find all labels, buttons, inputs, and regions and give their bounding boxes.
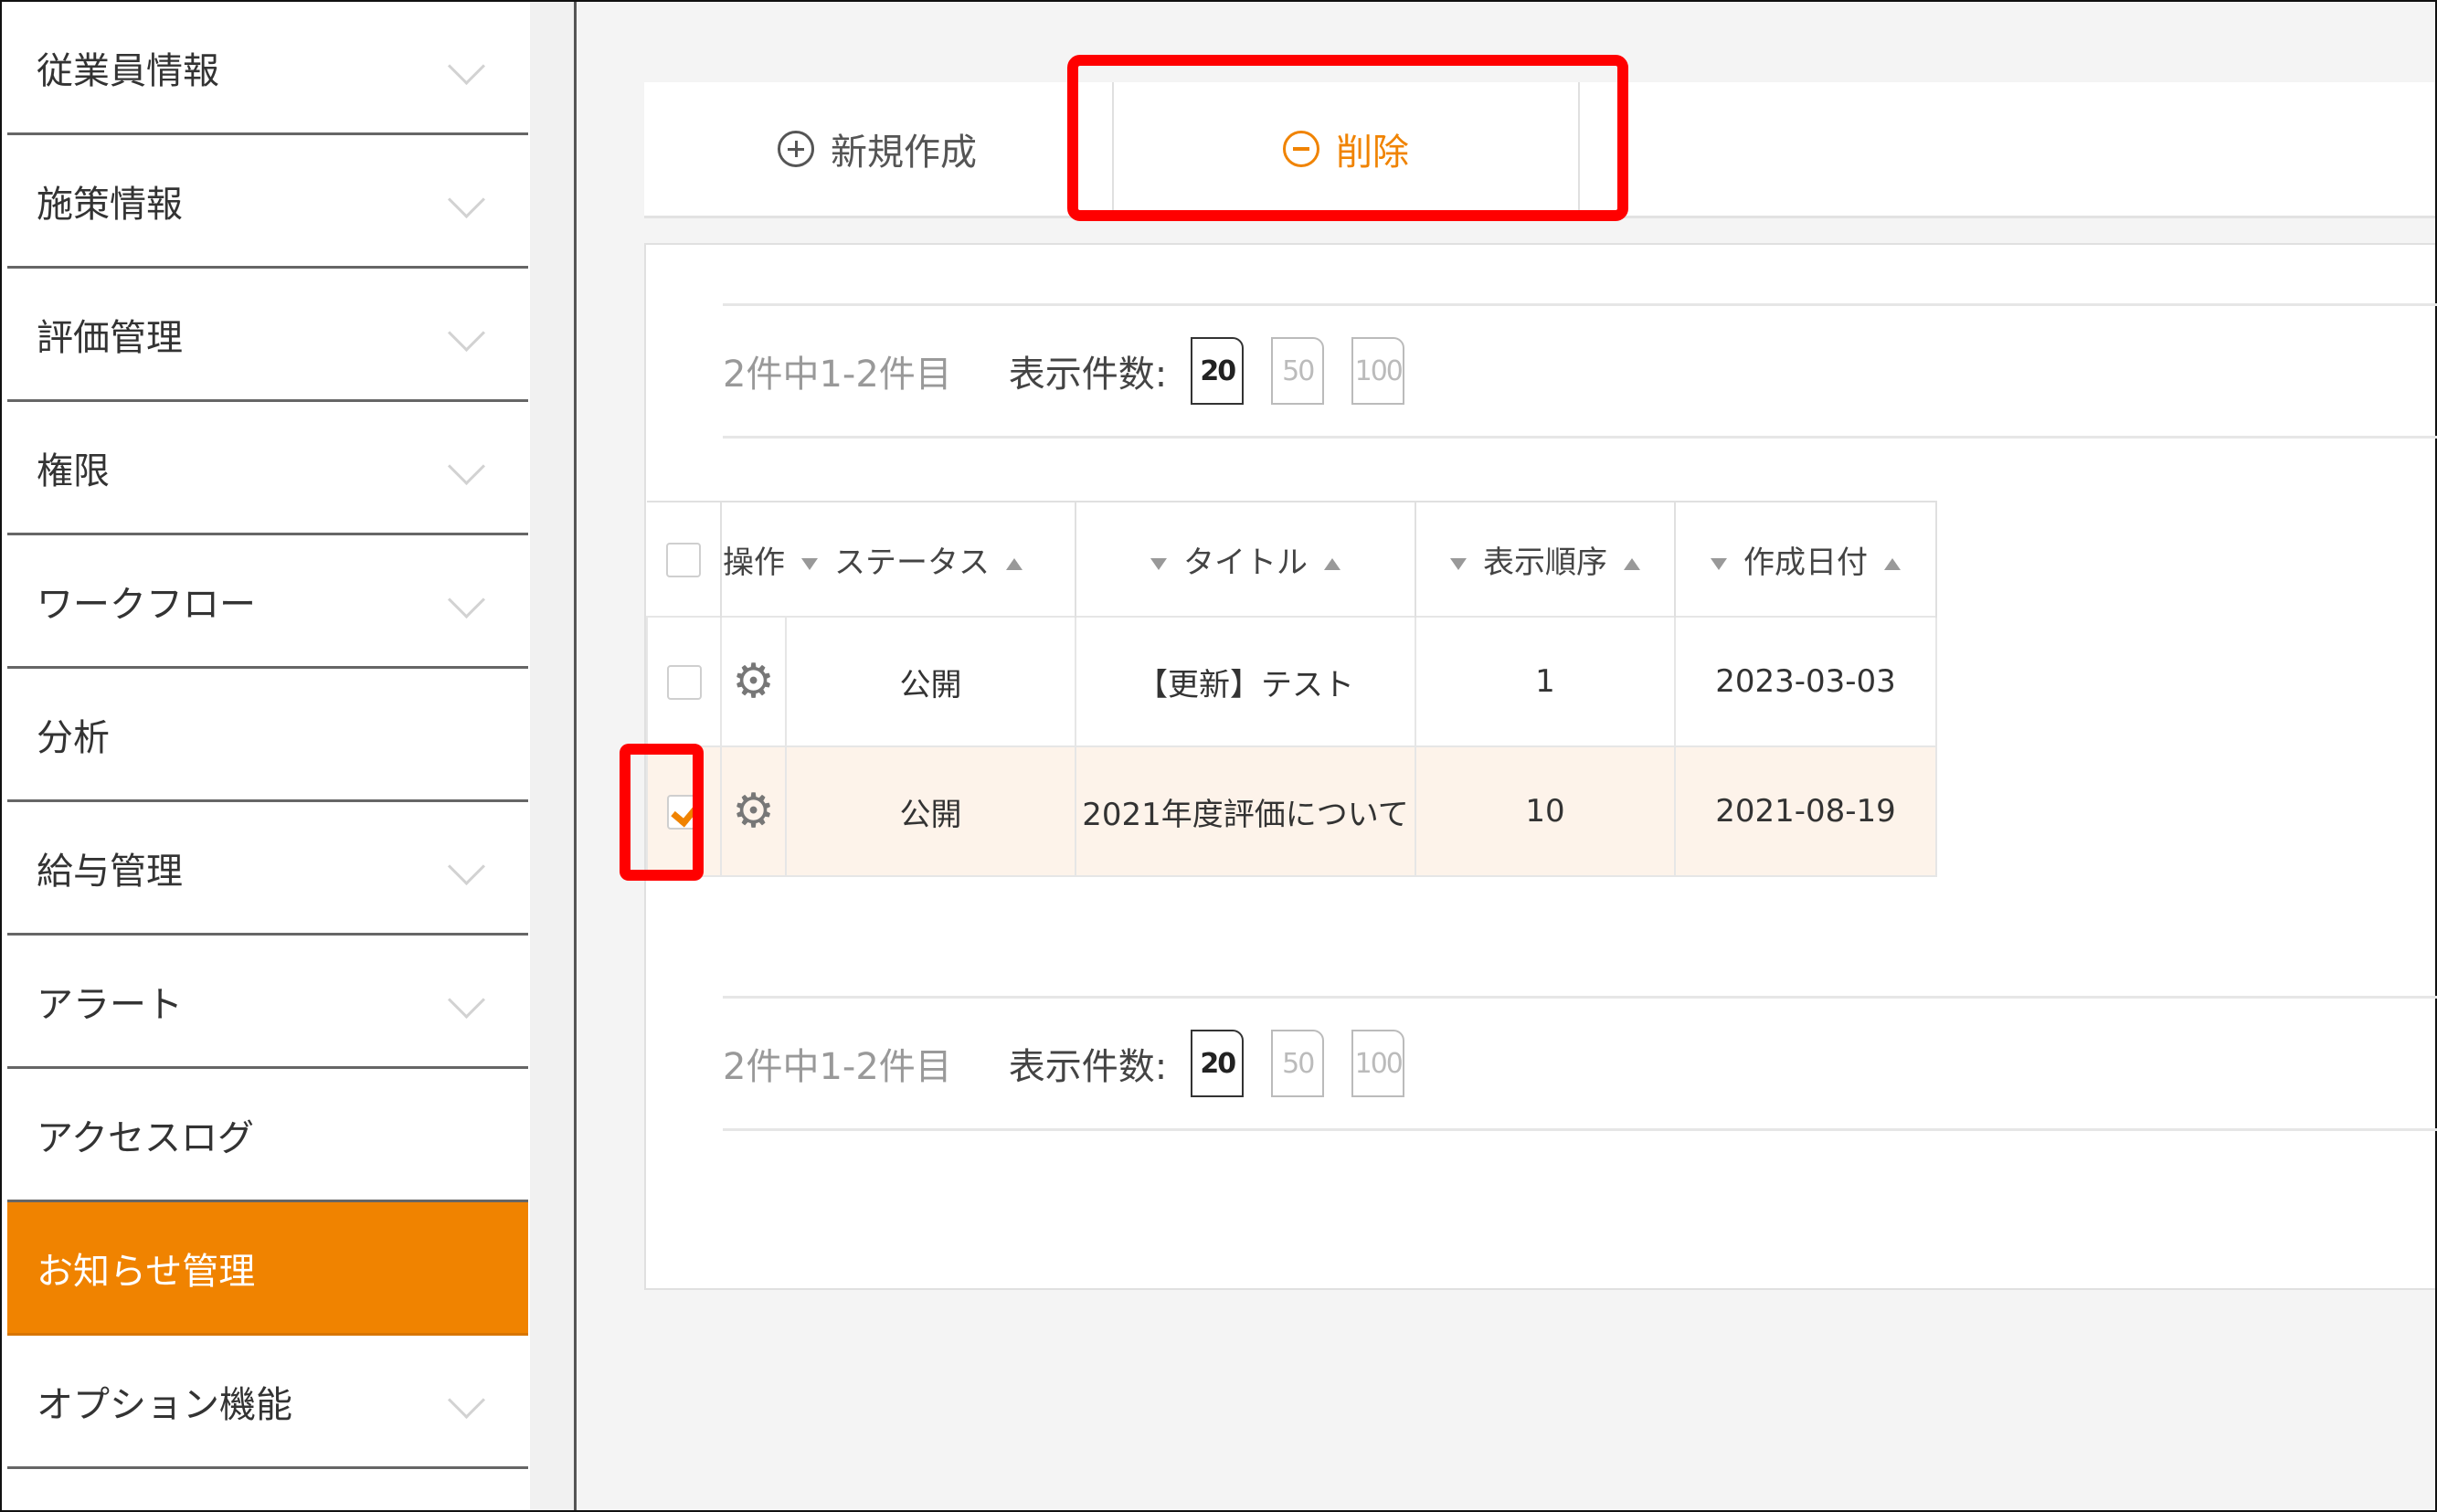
chevron-down-icon <box>447 47 486 85</box>
column-header-date-label: 作成日付 <box>1743 544 1868 581</box>
record-count: 2件中1-2件目 <box>723 1046 952 1088</box>
column-header-date[interactable]: 作成日付 <box>1675 501 1937 617</box>
sort-asc-icon[interactable] <box>1884 557 1901 570</box>
sort-asc-icon[interactable] <box>1006 557 1022 570</box>
row-select-cell <box>646 616 722 747</box>
chevron-down-icon <box>447 313 486 352</box>
sidebar-item-measures[interactable]: 施策情報 <box>7 135 528 269</box>
title-cell[interactable]: 【更新】テスト <box>1075 616 1416 747</box>
title-cell[interactable]: 2021年度評価について <box>1075 745 1416 877</box>
order-cell: 10 <box>1415 745 1676 877</box>
list-panel: 2件中1-2件目 表示件数: 20 50 100 操作 ステータス タイトル 表… <box>644 243 2437 1290</box>
sidebar-item-alerts[interactable]: アラート <box>7 936 528 1069</box>
chevron-down-icon <box>447 580 486 619</box>
sidebar-item-label: お知らせ管理 <box>37 1250 256 1293</box>
notice-table: 操作 ステータス タイトル 表示順序 作成日付 ⚙ 公開 【更新】テスト 1 2… <box>646 501 1937 877</box>
select-all-checkbox[interactable] <box>666 543 701 578</box>
plus-circle-icon <box>778 131 814 167</box>
sidebar-item-label: 権限 <box>37 449 110 492</box>
sidebar-item-label: ワークフロー <box>37 583 256 626</box>
sidebar-scrollbar[interactable] <box>530 2 1091 1510</box>
column-header-order-label: 表示順序 <box>1483 544 1607 581</box>
row-action-cell: ⚙ <box>720 745 787 877</box>
date-cell: 2023-03-03 <box>1674 616 1937 747</box>
sidebar-item-label: オプション機能 <box>37 1383 292 1426</box>
row-action-cell: ⚙ <box>720 616 787 747</box>
per-page-100-icon[interactable]: 100 <box>1351 337 1405 405</box>
order-cell: 1 <box>1415 616 1676 747</box>
status-cell: 公開 <box>785 616 1076 747</box>
sidebar-item-label: アクセスログ <box>37 1116 254 1159</box>
sidebar-item-options[interactable]: オプション機能 <box>7 1336 528 1469</box>
sort-desc-icon[interactable] <box>1150 557 1167 570</box>
sidebar-item-label: 分析 <box>37 716 110 759</box>
per-page-label: 表示件数: <box>1008 354 1168 396</box>
chevron-down-icon <box>447 847 486 885</box>
column-header-status[interactable]: ステータス <box>786 501 1076 617</box>
chevron-down-icon <box>447 980 486 1019</box>
sidebar-item-label: 施策情報 <box>37 183 183 226</box>
sort-desc-icon[interactable] <box>801 557 818 570</box>
pager-top: 2件中1-2件目 表示件数: 20 50 100 <box>723 303 2437 439</box>
column-header-status-label: ステータス <box>834 544 990 581</box>
per-page-50-icon[interactable]: 50 <box>1271 337 1325 405</box>
gear-icon[interactable]: ⚙ <box>732 654 775 709</box>
chevron-down-icon <box>447 447 486 485</box>
per-page-100-icon[interactable]: 100 <box>1351 1030 1405 1097</box>
sidebar-item-permissions[interactable]: 権限 <box>7 402 528 535</box>
sidebar-item-label: 評価管理 <box>37 316 183 359</box>
sidebar-item-label: 給与管理 <box>37 850 183 893</box>
sidebar-item-employee-info[interactable]: 従業員情報 <box>7 2 528 135</box>
sort-asc-icon[interactable] <box>1624 557 1640 570</box>
select-all-cell <box>647 501 722 617</box>
sidebar-item-payroll[interactable]: 給与管理 <box>7 802 528 936</box>
per-page-50-icon[interactable]: 50 <box>1271 1030 1325 1097</box>
table-header-row: 操作 ステータス タイトル 表示順序 作成日付 <box>647 501 1937 617</box>
status-cell: 公開 <box>785 745 1076 877</box>
column-header-title[interactable]: タイトル <box>1075 501 1416 617</box>
per-page-20-icon[interactable]: 20 <box>1191 337 1245 405</box>
chevron-down-icon <box>447 1380 486 1419</box>
gear-icon[interactable]: ⚙ <box>732 784 775 839</box>
checkbox-highlight-box <box>620 744 704 881</box>
main-content: 新規作成 削除 2件中1-2件目 表示件数: 20 50 100 操作 ステータ… <box>577 2 2437 1510</box>
table-row[interactable]: ⚙ 公開 【更新】テスト 1 2023-03-03 <box>646 616 1937 747</box>
sidebar-item-evaluation[interactable]: 評価管理 <box>7 269 528 402</box>
sidebar-item-analysis[interactable]: 分析 <box>7 669 528 802</box>
new-button-label: 新規作成 <box>831 132 977 174</box>
column-header-action: 操作 <box>721 501 786 617</box>
column-header-order[interactable]: 表示順序 <box>1415 501 1676 617</box>
sidebar-item-workflow[interactable]: ワークフロー <box>7 535 528 669</box>
row-checkbox[interactable] <box>666 665 702 701</box>
sidebar: 従業員情報 施策情報 評価管理 権限 ワークフロー 分析 給与管理 アラート ア… <box>2 2 1091 1510</box>
record-count: 2件中1-2件目 <box>723 354 952 396</box>
new-button[interactable]: 新規作成 <box>644 82 1110 216</box>
sort-desc-icon[interactable] <box>1450 557 1467 570</box>
sidebar-item-access-log[interactable]: アクセスログ <box>7 1069 528 1202</box>
delete-highlight-box <box>1067 55 1628 221</box>
column-header-action-label: 操作 <box>723 544 785 581</box>
sort-asc-icon[interactable] <box>1324 557 1340 570</box>
date-cell: 2021-08-19 <box>1674 745 1937 877</box>
sidebar-item-notice-management[interactable]: お知らせ管理 <box>7 1202 528 1336</box>
per-page-label: 表示件数: <box>1008 1046 1168 1088</box>
sidebar-item-label: アラート <box>37 983 183 1026</box>
sidebar-item-label: 従業員情報 <box>37 49 219 92</box>
sort-desc-icon[interactable] <box>1711 557 1727 570</box>
per-page-20-icon[interactable]: 20 <box>1191 1030 1245 1097</box>
table-row[interactable]: ⚙ 公開 2021年度評価について 10 2021-08-19 <box>646 745 1937 877</box>
pager-bottom: 2件中1-2件目 表示件数: 20 50 100 <box>723 996 2437 1131</box>
chevron-down-icon <box>447 180 486 218</box>
column-header-title-label: タイトル <box>1183 544 1308 581</box>
